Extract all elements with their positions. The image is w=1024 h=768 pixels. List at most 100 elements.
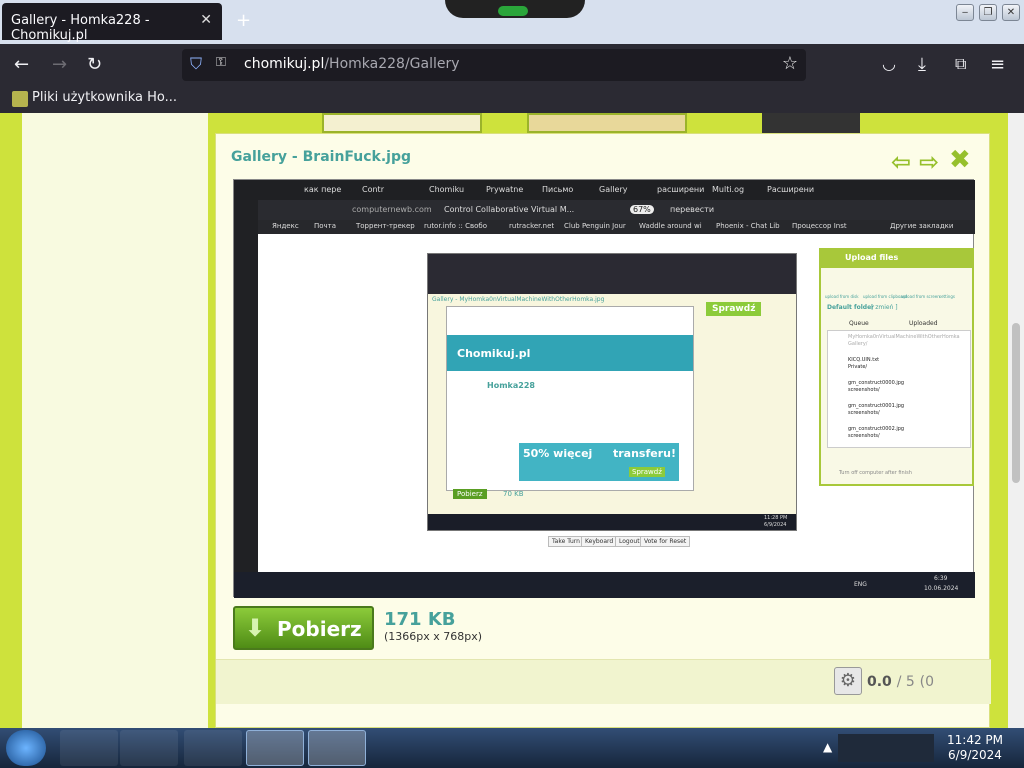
- download-button[interactable]: ⬇ Pobierz: [233, 606, 374, 650]
- inner-promo: 50% więcej transferu! Sprawdź: [519, 443, 679, 481]
- shot-bookmark: Процессор Inst: [792, 222, 847, 230]
- url-host: chomikuj.pl: [244, 56, 325, 72]
- taskbar-app-1[interactable]: [60, 730, 118, 766]
- gallery-image[interactable]: как пере Contr Chomiku Prywatne Письмо G…: [233, 179, 975, 598]
- taskbar-app-3[interactable]: [184, 730, 242, 766]
- inner-title: Gallery - MyHomka0nVirtualMachineWithOth…: [432, 296, 605, 303]
- next-arrow-icon[interactable]: ⇨: [919, 148, 939, 176]
- turn-off-label: Turn off computer after finish: [839, 470, 912, 476]
- close-window-button[interactable]: ✕: [1002, 4, 1020, 21]
- scrollbar[interactable]: [1008, 113, 1024, 728]
- menu-icon[interactable]: ≡: [990, 54, 1005, 75]
- file-size: 171 KB: [384, 609, 456, 630]
- shot-tab: Multi.og: [712, 185, 745, 194]
- restore-button[interactable]: ❐: [979, 4, 997, 21]
- shot-bookmark-other: Другие закладки: [890, 222, 954, 230]
- taskbar-date: 6/9/2024: [948, 748, 1002, 762]
- inner-sprawdz: Sprawdź: [706, 302, 762, 316]
- shot-tab: Gallery: [599, 185, 628, 194]
- tab-gallery[interactable]: Gallery - Homka228 - Chomikuj.pl ✕: [2, 3, 222, 43]
- url-path: /Homka228/Gallery: [324, 56, 460, 72]
- reload-icon[interactable]: ↻: [87, 54, 102, 75]
- start-orb-icon[interactable]: [6, 730, 46, 766]
- shot-tab: Chomiku: [429, 185, 465, 194]
- new-tab-button[interactable]: +: [236, 10, 251, 31]
- bookmark-item[interactable]: Pliki użytkownika Ho...: [32, 90, 177, 105]
- decorative-top-shape: [445, 0, 585, 18]
- firefox-icon[interactable]: [246, 730, 304, 766]
- gear-icon[interactable]: ⚙: [834, 667, 862, 695]
- inner-taskbar: 11:28 PM 6/9/2024: [428, 514, 796, 530]
- thumbnail-3[interactable]: [762, 113, 860, 133]
- uploaded-column: Uploaded: [909, 320, 938, 327]
- default-folder-change: [ zmień ]: [871, 304, 898, 311]
- upload-item-folder: screenshots/: [848, 410, 880, 416]
- taskbar-app-5[interactable]: [308, 730, 366, 766]
- bookmark-favicon-icon: [12, 91, 28, 107]
- upload-list: MyHomka0nVirtualMachineWithOtherHomka Ga…: [827, 330, 971, 448]
- back-arrow-icon[interactable]: ←: [14, 54, 29, 75]
- upload-item-folder: Gallery/: [848, 341, 868, 347]
- inner-brand-bar: Chomikuj.pl: [447, 335, 693, 371]
- shot-bookmark: rutracker.net: [509, 222, 555, 230]
- inner-promo-a: 50% więcej: [523, 447, 593, 460]
- shot-tab: Расширени: [767, 185, 815, 194]
- shot-url-host: computernewb.com: [352, 205, 432, 214]
- lock-icon[interactable]: ⚿: [216, 55, 226, 70]
- rating-max: / 5: [896, 674, 915, 690]
- gallery-title: Gallery - BrainFuck.jpg: [231, 149, 412, 165]
- shot-bookmark: Club Penguin Jour: [564, 222, 626, 230]
- upload-title: Upload files: [845, 253, 899, 262]
- windows-taskbar: ▲ 11:42 PM 6/9/2024: [0, 728, 1024, 768]
- navigation-bar: ← → ↻ ⛉ ⚿ chomikuj.pl/Homka228/Gallery ☆…: [0, 44, 1024, 86]
- vm-button: Take Turn: [548, 536, 584, 547]
- shot-tab-bar: как пере Contr Chomiku Prywatne Письмо G…: [234, 180, 975, 200]
- upload-action: settings: [939, 294, 955, 299]
- tab-title: Gallery - Homka228 - Chomikuj.pl: [11, 13, 150, 43]
- page-content: Gallery - BrainFuck.jpg ⇦ ⇨ ✖ как пере C…: [0, 113, 1008, 728]
- shot-lang: ENG: [854, 581, 867, 588]
- minimize-button[interactable]: ‒: [956, 4, 974, 21]
- green-indicator: [498, 6, 528, 16]
- shot-time: 6:39: [934, 575, 948, 582]
- url-bar[interactable]: ⛉ ⚿ chomikuj.pl/Homka228/Gallery ☆: [182, 49, 806, 81]
- prev-arrow-icon[interactable]: ⇦: [891, 148, 911, 176]
- upload-item-name: gm_construct0002.jpg: [848, 426, 905, 432]
- pocket-icon[interactable]: ◡: [882, 54, 896, 73]
- thumbnail-2[interactable]: [527, 113, 687, 133]
- shot-zoom: 67%: [630, 205, 654, 214]
- download-icon[interactable]: ⤓: [918, 54, 926, 75]
- shot-bookmark: rutor.info :: Свобо: [424, 222, 487, 230]
- vm-button: Vote for Reset: [640, 536, 691, 547]
- shot-bookmark: Торрент-трекер: [356, 222, 415, 230]
- scrollbar-thumb[interactable]: [1012, 323, 1020, 483]
- shot-bookmark: Яндекс: [272, 222, 299, 230]
- extensions-icon[interactable]: ⧉: [955, 54, 966, 74]
- bookmarks-bar: Pliki użytkownika Ho...: [0, 86, 1024, 113]
- close-x-icon[interactable]: ✖: [949, 145, 971, 175]
- gallery-panel: Gallery - BrainFuck.jpg ⇦ ⇨ ✖ как пере C…: [215, 133, 991, 728]
- taskbar-app-2[interactable]: [120, 730, 178, 766]
- upload-action: upload from disk: [825, 294, 859, 299]
- upload-item-name: MyHomka0nVirtualMachineWithOtherHomka: [848, 334, 960, 340]
- queue-column: Queue: [849, 320, 869, 327]
- shot-tab: Письмо: [542, 185, 574, 194]
- forward-arrow-icon[interactable]: →: [52, 54, 67, 75]
- upload-item-folder: screenshots/: [848, 387, 880, 393]
- shield-icon[interactable]: ⛉: [190, 54, 202, 74]
- download-arrow-icon: ⬇: [245, 614, 266, 642]
- upload-item-folder: Private/: [848, 364, 868, 370]
- thumbnail-1[interactable]: [322, 113, 482, 133]
- shot-bookmark: Почта: [314, 222, 337, 230]
- shot-taskbar: ENG 6:39 10.06.2024: [234, 572, 975, 598]
- tab-close-icon[interactable]: ✕: [200, 12, 212, 28]
- upload-item-folder: screenshots/: [848, 433, 880, 439]
- tray-arrow-icon[interactable]: ▲: [823, 740, 832, 754]
- shot-upload-panel: Upload files upload from disk upload fro…: [819, 248, 974, 486]
- star-icon[interactable]: ☆: [782, 53, 798, 74]
- taskbar-clock[interactable]: 11:42 PM 6/9/2024: [936, 733, 1014, 763]
- left-column: [22, 113, 208, 728]
- shot-bookmark: Waddle around wi: [639, 222, 702, 230]
- inner-download: Pobierz: [453, 489, 487, 499]
- rating: 0.0 / 5 (0: [867, 674, 934, 690]
